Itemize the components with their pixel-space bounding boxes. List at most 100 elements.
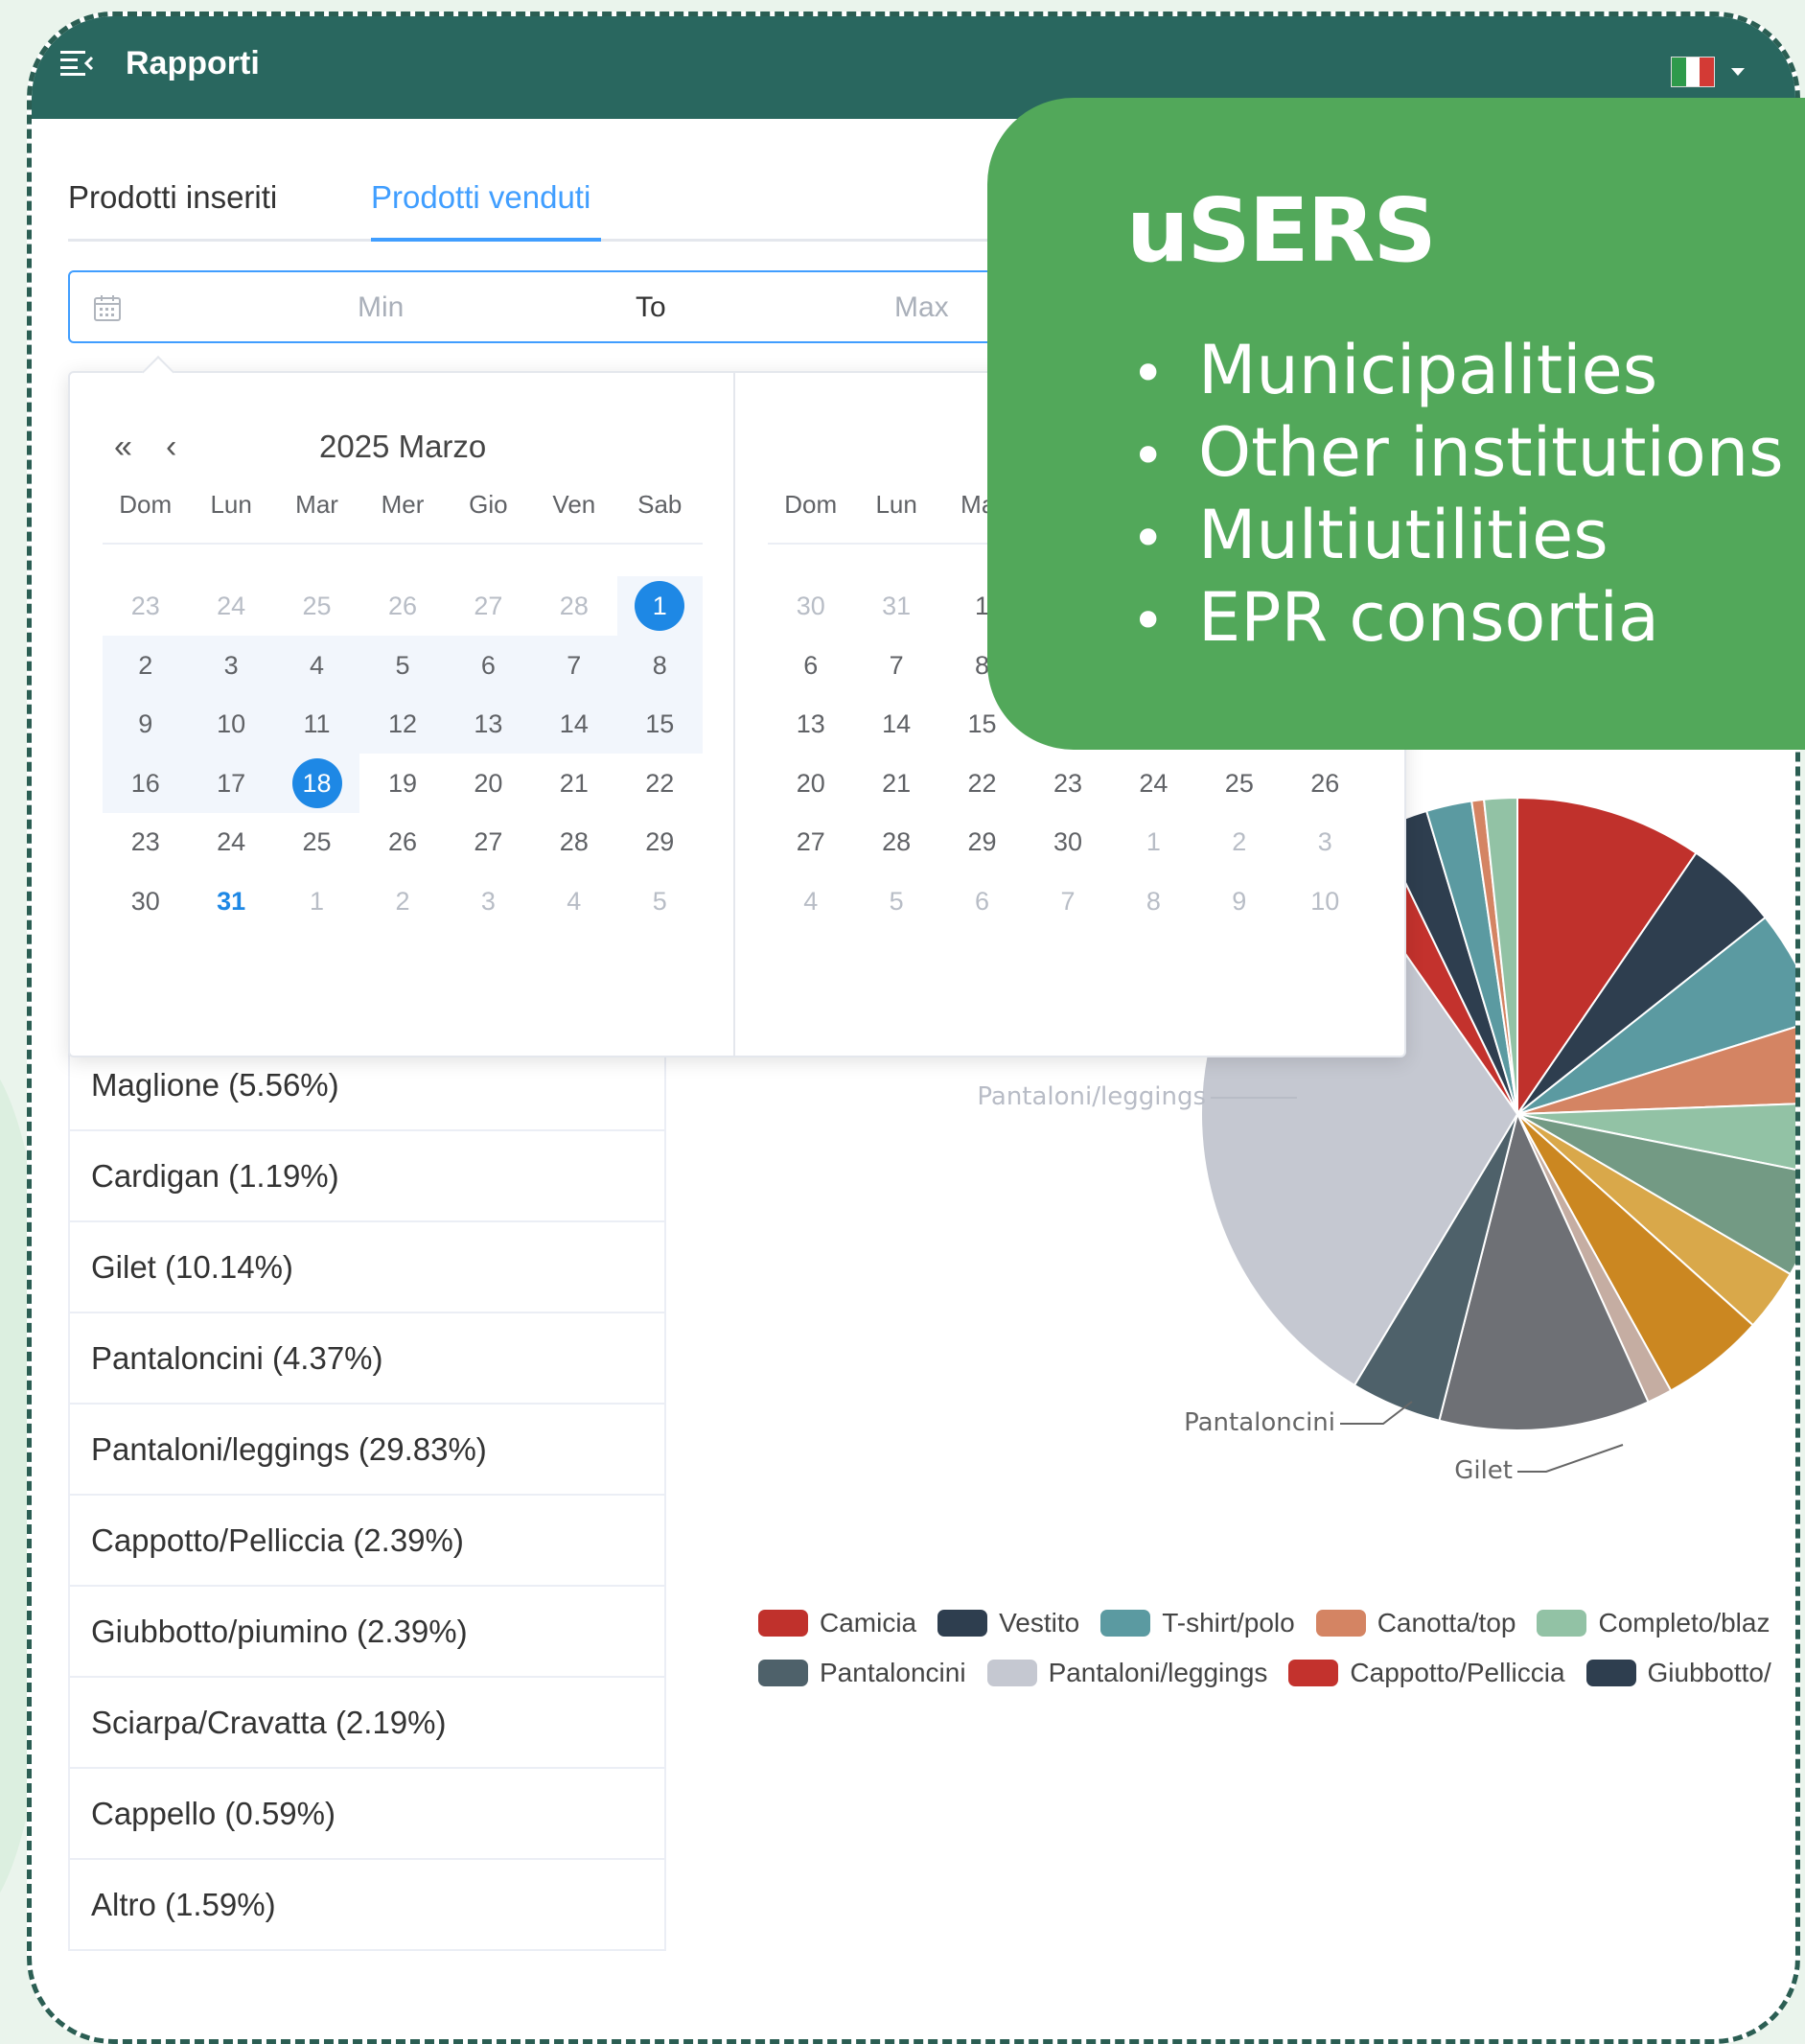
calendar-day[interactable]: 28 [853,812,938,871]
calendar-day[interactable]: 30 [768,576,853,636]
calendar-day[interactable]: 29 [617,812,703,871]
calendar-day[interactable]: 8 [616,635,703,695]
start-date-field[interactable]: Min [358,291,404,324]
calendar-day[interactable]: 8 [1111,871,1196,931]
calendar-day[interactable]: 17 [188,753,274,813]
calendar-day[interactable]: 6 [445,635,532,695]
calendar-day[interactable]: 23 [1025,754,1110,813]
calendar-day[interactable]: 4 [768,871,853,931]
calendar-day[interactable]: 14 [853,694,938,754]
calendar-day[interactable]: 24 [188,576,273,636]
tab-prodotti-venduti[interactable]: Prodotti venduti [371,179,590,216]
calendar-day[interactable]: 10 [188,694,274,754]
calendar-day[interactable]: 13 [768,694,853,754]
calendar-day[interactable]: 23 [103,812,188,871]
calendar-day[interactable]: 21 [531,754,616,813]
calendar-day[interactable]: 26 [359,576,445,636]
category-row: Gilet (10.14%) [70,1220,664,1312]
calendar-day[interactable]: 12 [359,694,446,754]
calendar-day[interactable]: 28 [531,576,616,636]
calendar-day[interactable]: 5 [359,635,446,695]
calendar-day[interactable]: 6 [939,871,1025,931]
calendar-day[interactable]: 28 [531,812,616,871]
menu-collapse-icon[interactable] [60,49,93,76]
tab-prodotti-inseriti[interactable]: Prodotti inseriti [68,179,277,216]
calendar-day[interactable]: 16 [103,753,189,813]
weekday-label: Ven [552,490,596,519]
calendar-day[interactable]: 27 [768,812,853,871]
calendar-day[interactable]: 30 [1025,812,1110,871]
calendar-day[interactable]: 15 [616,694,703,754]
calendar-day[interactable]: 20 [768,754,853,813]
calendar-day[interactable]: 6 [768,636,853,695]
legend-item[interactable]: Pantaloni/leggings [986,1658,1268,1688]
legend-label: Pantaloni/leggings [1048,1658,1268,1687]
calendar-day[interactable]: 3 [446,871,531,931]
day-number: 26 [1310,768,1340,798]
legend-item[interactable]: Canotta/top [1315,1608,1516,1638]
day-number: 28 [559,592,589,620]
legend-item[interactable]: Camicia [758,1608,916,1638]
end-date-field[interactable]: Max [894,291,949,324]
prev-year-button[interactable]: « [114,429,132,466]
legend-item[interactable]: Vestito [937,1608,1079,1638]
calendar-day[interactable]: 31 [188,871,273,931]
calendar-day[interactable]: 2 [1196,812,1282,871]
calendar-day[interactable]: 27 [446,812,531,871]
calendar-day[interactable]: 24 [188,812,273,871]
calendar-day[interactable]: 2 [359,871,445,931]
calendar-day[interactable]: 29 [939,812,1025,871]
calendar-day[interactable]: 23 [103,576,188,636]
italian-flag-icon[interactable] [1671,57,1715,87]
calendar-day[interactable]: 13 [445,694,532,754]
calendar-day[interactable]: 25 [1196,754,1282,813]
calendar-day[interactable]: 2 [103,635,189,695]
calendar-day[interactable]: 27 [446,576,531,636]
legend-item[interactable]: Pantaloncini [758,1658,966,1688]
calendar-day[interactable]: 9 [1196,871,1282,931]
calendar-day[interactable]: 3 [188,635,274,695]
calendar-day[interactable]: 19 [359,754,445,813]
calendar-day[interactable]: 25 [274,576,359,636]
calendar-day[interactable]: 7 [853,636,938,695]
day-number: 22 [967,768,997,798]
calendar-day[interactable]: 26 [359,812,445,871]
category-row: Cappello (0.59%) [70,1767,664,1858]
prev-month-button[interactable]: ‹ [166,429,176,466]
calendar-day[interactable]: 4 [273,635,360,695]
category-row: Cardigan (1.19%) [70,1129,664,1220]
calendar-day[interactable]: 4 [531,871,616,931]
calendar-day[interactable]: 22 [617,754,703,813]
legend-item[interactable]: Cappotto/Pelliccia [1288,1658,1565,1688]
calendar-day[interactable]: 7 [1025,871,1110,931]
calendar-day[interactable]: 5 [853,871,938,931]
calendar-day[interactable]: 22 [939,754,1025,813]
calendar-day[interactable]: 1 [274,871,359,931]
pie-label: Gilet [1454,1456,1513,1485]
calendar-day[interactable]: 25 [274,812,359,871]
calendar-day[interactable]: 30 [103,871,188,931]
legend-item[interactable]: Giubbotto/ [1585,1658,1771,1688]
calendar-day[interactable]: 26 [1283,754,1368,813]
legend-swatch [1315,1610,1366,1637]
calendar-day[interactable]: 5 [617,871,703,931]
category-row: Sciarpa/Cravatta (2.19%) [70,1676,664,1767]
calendar-day[interactable]: 9 [103,694,189,754]
calendar-day[interactable]: 1 [616,576,703,636]
calendar-day[interactable]: 18 [273,753,360,813]
legend-item[interactable]: T-shirt/polo [1100,1608,1295,1638]
category-row: Pantaloncini (4.37%) [70,1312,664,1403]
calendar-day[interactable]: 10 [1283,871,1368,931]
calendar-day[interactable]: 7 [531,635,617,695]
legend-item[interactable]: Completo/blaz [1537,1608,1770,1638]
legend-swatch [986,1660,1037,1686]
calendar-day[interactable]: 11 [273,694,360,754]
calendar-day[interactable]: 14 [531,694,617,754]
calendar-day[interactable]: 31 [853,576,938,636]
calendar-day[interactable]: 21 [853,754,938,813]
calendar-day[interactable]: 1 [1111,812,1196,871]
calendar-day[interactable]: 3 [1283,812,1368,871]
language-dropdown-caret-icon[interactable] [1731,68,1745,76]
calendar-day[interactable]: 20 [446,754,531,813]
calendar-day[interactable]: 24 [1111,754,1196,813]
